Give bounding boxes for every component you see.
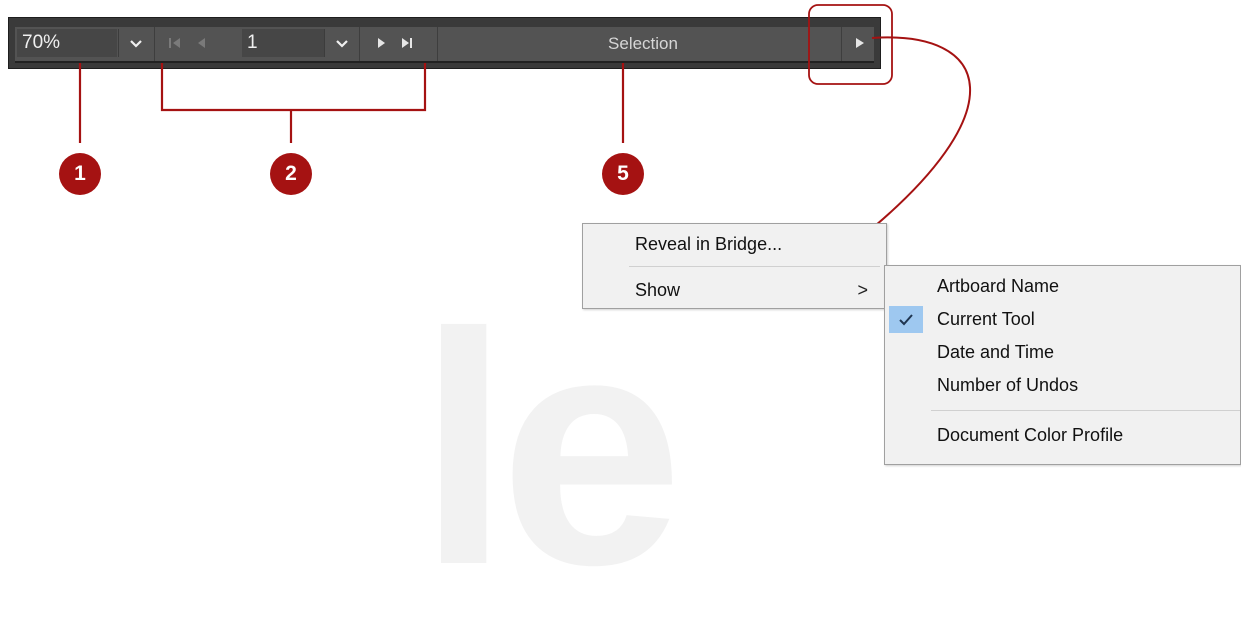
callout-marker: 1 bbox=[59, 153, 101, 195]
submenu-item-document-color-profile[interactable]: Document Color Profile bbox=[885, 419, 1240, 452]
status-context-menu: Reveal in Bridge... Show > bbox=[582, 223, 887, 309]
callout-marker: 5 bbox=[602, 153, 644, 195]
menu-connector bbox=[857, 36, 972, 241]
submenu-item-date-and-time[interactable]: Date and Time bbox=[885, 336, 1240, 369]
submenu-item-artboard-name[interactable]: Artboard Name bbox=[885, 270, 1240, 303]
menu-separator bbox=[629, 266, 880, 267]
show-submenu: Artboard Name Current Tool Date and Time… bbox=[884, 265, 1241, 465]
menu-separator bbox=[931, 410, 1240, 411]
menu-item-label: Number of Undos bbox=[937, 375, 1079, 395]
highlight-box bbox=[808, 4, 893, 85]
checkmark-icon bbox=[899, 314, 913, 326]
callout-2-bracket bbox=[160, 63, 427, 112]
menu-item-label: Document Color Profile bbox=[937, 425, 1124, 445]
checked-indicator bbox=[889, 306, 923, 333]
menu-item-reveal-in-bridge[interactable]: Reveal in Bridge... bbox=[583, 228, 886, 261]
submenu-item-number-of-undos[interactable]: Number of Undos bbox=[885, 369, 1240, 402]
callout-marker: 2 bbox=[270, 153, 312, 195]
menu-item-label: Date and Time bbox=[937, 342, 1055, 362]
menu-item-label: Artboard Name bbox=[937, 276, 1060, 296]
submenu-arrow-icon: > bbox=[857, 280, 868, 300]
menu-item-label: Current Tool bbox=[937, 309, 1035, 329]
menu-item-label: Reveal in Bridge... bbox=[635, 234, 783, 254]
menu-item-label: Show bbox=[635, 280, 681, 300]
submenu-item-current-tool[interactable]: Current Tool bbox=[885, 303, 1240, 336]
menu-item-show[interactable]: Show > bbox=[583, 274, 886, 307]
